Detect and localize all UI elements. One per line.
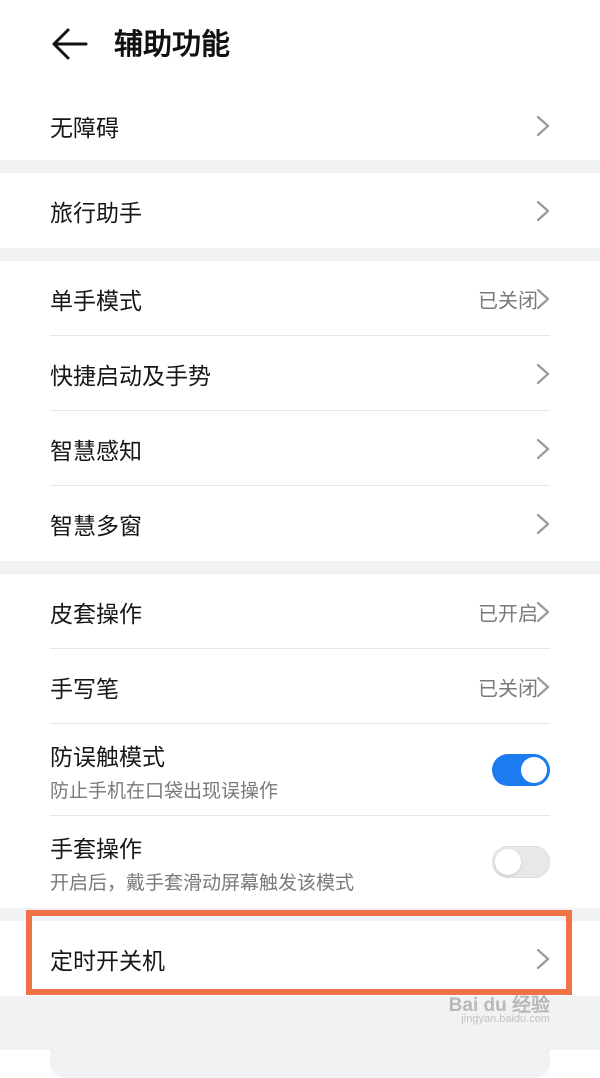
settings-group-accessibility: 无障碍 [0, 88, 600, 163]
settings-item-label: 防误触模式 [50, 745, 165, 771]
watermark-url: jingyan.baidu.com [461, 1013, 550, 1025]
settings-item-label: 皮套操作 [50, 601, 142, 628]
toggle-knob [495, 849, 521, 875]
settings-item-smart-multiwindow[interactable]: 智慧多窗 [0, 486, 600, 561]
settings-item-description: 防止手机在口袋出现误操作 [50, 780, 279, 802]
settings-item-accidental-touch: 防误触模式 防止手机在口袋出现误操作 [0, 724, 600, 816]
group-separator [0, 160, 600, 173]
settings-group-schedule: 定时开关机 [0, 921, 600, 996]
settings-group-gestures: 单手模式 已关闭 快捷启动及手势 智慧感知 智慧多窗 [0, 261, 600, 561]
arrow-left-icon[interactable] [50, 24, 90, 64]
settings-item-label: 智慧感知 [50, 438, 142, 465]
settings-item-label: 智慧多窗 [50, 513, 142, 540]
settings-item-value: 已关闭 [478, 288, 538, 312]
settings-item-shortcuts-gestures[interactable]: 快捷启动及手势 [0, 336, 600, 411]
settings-item-travel-assistant[interactable]: 旅行助手 [0, 173, 600, 248]
chevron-right-icon [536, 200, 550, 221]
baidu-watermark: Bai du 经验 jingyan.baidu.com [440, 988, 560, 1028]
settings-item-label: 定时开关机 [50, 948, 165, 975]
group-separator [0, 561, 600, 574]
chevron-right-icon [536, 438, 550, 459]
settings-group-travel: 旅行助手 [0, 173, 600, 248]
chevron-right-icon [536, 676, 550, 697]
settings-item-accessibility[interactable]: 无障碍 [0, 88, 600, 163]
settings-item-label: 无障碍 [50, 115, 119, 142]
page-title: 辅助功能 [114, 27, 231, 61]
settings-item-cover-operation[interactable]: 皮套操作 已开启 [0, 574, 600, 649]
group-separator [0, 248, 600, 261]
settings-item-one-hand-mode[interactable]: 单手模式 已关闭 [0, 261, 600, 336]
settings-item-label: 手写笔 [50, 676, 119, 703]
glove-mode-toggle[interactable] [492, 846, 550, 878]
settings-item-label: 单手模式 [50, 288, 142, 315]
chevron-right-icon [536, 601, 550, 622]
chevron-right-icon [536, 948, 550, 969]
settings-item-scheduled-power[interactable]: 定时开关机 [0, 921, 600, 996]
settings-item-value: 已开启 [478, 601, 538, 625]
chevron-right-icon [536, 288, 550, 309]
chevron-right-icon [536, 363, 550, 384]
settings-item-value: 已关闭 [478, 676, 538, 700]
settings-item-smart-sensing[interactable]: 智慧感知 [0, 411, 600, 486]
settings-item-label: 旅行助手 [50, 200, 142, 227]
chevron-right-icon [536, 115, 550, 136]
settings-item-label: 快捷启动及手势 [50, 363, 211, 390]
group-separator [0, 908, 600, 921]
settings-item-stylus[interactable]: 手写笔 已关闭 [0, 649, 600, 724]
toggle-knob [521, 757, 547, 783]
settings-item-label: 手套操作 [50, 837, 142, 863]
chevron-right-icon [536, 513, 550, 534]
settings-item-description: 开启后，戴手套滑动屏幕触发该模式 [50, 872, 355, 894]
settings-item-glove-mode: 手套操作 开启后，戴手套滑动屏幕触发该模式 [0, 816, 600, 908]
header: 辅助功能 [0, 0, 600, 88]
settings-group-input: 皮套操作 已开启 手写笔 已关闭 防误触模式 防止手机在口袋出现误操作 手套操作… [0, 574, 600, 908]
accidental-touch-toggle[interactable] [492, 754, 550, 786]
